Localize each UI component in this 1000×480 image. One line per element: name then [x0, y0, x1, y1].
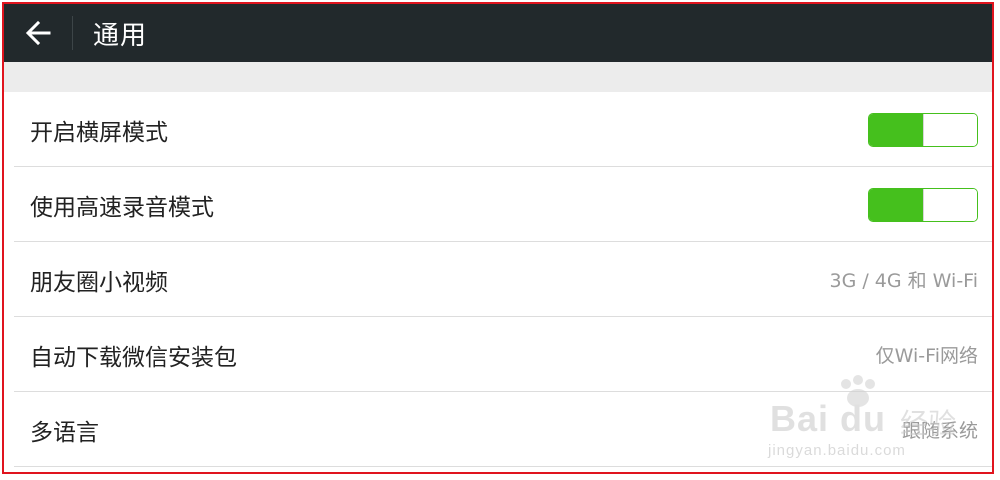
toggle-off-area: [923, 113, 977, 146]
setting-label: 使用高速录音模式: [30, 194, 214, 221]
setting-value: 仅Wi-Fi网络: [875, 345, 978, 367]
setting-label: 自动下载微信安装包: [30, 344, 237, 371]
page-title: 通用: [93, 20, 148, 51]
settings-list: 开启横屏模式 使用高速录音模式 朋友圈小视频 3G / 4G 和 Wi-Fi 自…: [4, 92, 992, 467]
high-speed-recording-toggle[interactable]: [868, 187, 978, 222]
setting-moments-video[interactable]: 朋友圈小视频 3G / 4G 和 Wi-Fi: [4, 242, 992, 317]
toggle-on-knob: [869, 188, 923, 221]
annotation-frame: 通用 开启横屏模式 使用高速录音模式 朋友圈小视频 3G / 4G 和 Wi-F…: [2, 2, 994, 474]
setting-label: 开启横屏模式: [30, 119, 168, 146]
landscape-mode-toggle[interactable]: [868, 112, 978, 147]
header-divider: [72, 16, 73, 50]
setting-label: 多语言: [30, 419, 99, 446]
back-button[interactable]: [4, 4, 72, 62]
setting-landscape-mode[interactable]: 开启横屏模式: [4, 92, 992, 167]
setting-label: 朋友圈小视频: [30, 269, 168, 296]
setting-high-speed-recording[interactable]: 使用高速录音模式: [4, 167, 992, 242]
app-header: 通用: [4, 4, 992, 62]
section-spacer: [4, 62, 992, 92]
setting-language[interactable]: 多语言 跟随系统: [4, 392, 992, 467]
setting-value: 3G / 4G 和 Wi-Fi: [829, 270, 978, 292]
setting-auto-download-package[interactable]: 自动下载微信安装包 仅Wi-Fi网络: [4, 317, 992, 392]
back-arrow-icon: [25, 20, 51, 46]
toggle-on-knob: [869, 113, 923, 146]
toggle-off-area: [923, 188, 977, 221]
setting-value: 跟随系统: [901, 420, 978, 442]
